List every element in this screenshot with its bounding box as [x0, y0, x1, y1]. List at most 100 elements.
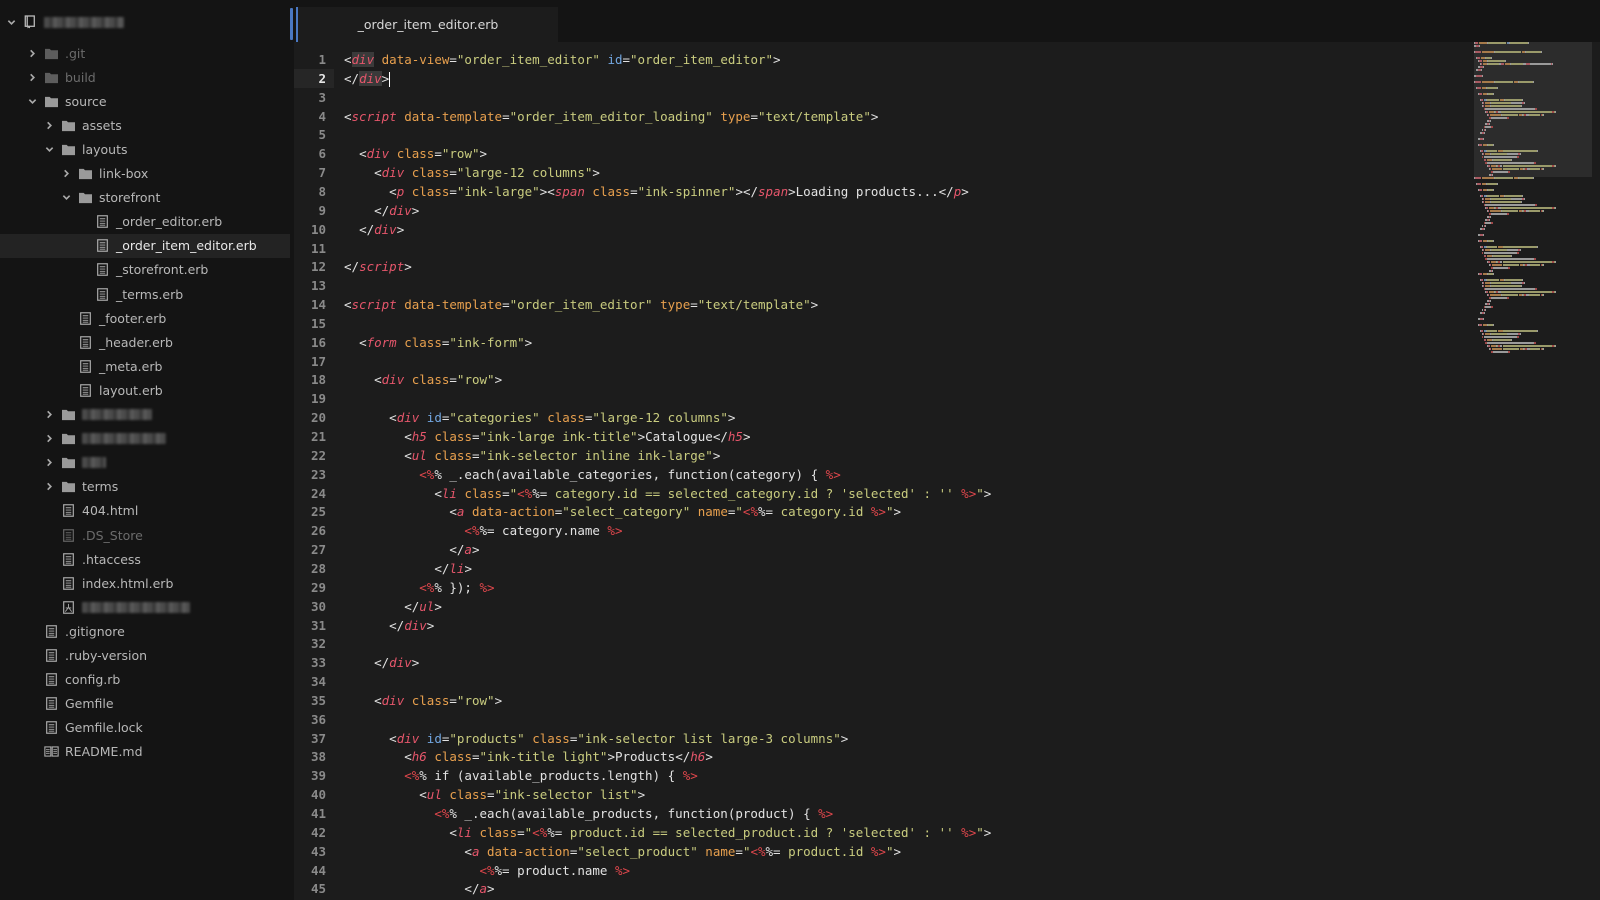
- code-line[interactable]: <form class="ink-form">: [344, 333, 532, 352]
- chevron-down-icon[interactable]: [61, 193, 71, 203]
- tree-file[interactable]: .htaccess: [0, 547, 294, 571]
- code-punctuation: >: [840, 730, 849, 746]
- code-line[interactable]: </div>: [344, 653, 419, 672]
- tree-folder[interactable]: .git: [0, 41, 294, 65]
- tree-file[interactable]: config.rb: [0, 668, 294, 692]
- code-punctuation: =: [630, 183, 638, 199]
- code-line[interactable]: <script data-template="order_item_editor…: [344, 107, 878, 126]
- tab-order-item-editor[interactable]: _order_item_editor.erb: [296, 7, 558, 42]
- tree-file[interactable]: _order_editor.erb: [0, 210, 294, 234]
- chevron-right-icon[interactable]: [27, 48, 37, 58]
- tree-file[interactable]: index.html.erb: [0, 571, 294, 595]
- code-line[interactable]: </a>: [344, 540, 479, 559]
- tree-file[interactable]: .DS_Store: [0, 523, 294, 547]
- code-line[interactable]: <p class="ink-large"><span class="ink-sp…: [344, 182, 969, 201]
- code-line[interactable]: </div>: [344, 220, 404, 239]
- code-line[interactable]: <%%= category.name %>: [344, 521, 622, 540]
- code-line[interactable]: <div id="categories" class="large-12 col…: [344, 408, 735, 427]
- minimap-line: [1491, 105, 1521, 107]
- file-icon: [77, 311, 93, 325]
- tree-file[interactable]: .ruby-version: [0, 644, 294, 668]
- code-line[interactable]: <div class="row">: [344, 144, 487, 163]
- code-line[interactable]: <%%= product.name %>: [344, 861, 630, 880]
- tree-item-label: README.md: [65, 744, 143, 760]
- tree-folder[interactable]: [0, 427, 294, 451]
- chevron-down-icon[interactable]: [6, 17, 16, 27]
- code-erb-delimiter: <%: [479, 862, 495, 878]
- tree-folder[interactable]: [0, 403, 294, 427]
- chevron-down-icon[interactable]: [27, 96, 37, 106]
- chevron-right-icon[interactable]: [44, 458, 54, 468]
- tree-folder[interactable]: [0, 451, 294, 475]
- code-line[interactable]: <script data-template="order_item_editor…: [344, 295, 818, 314]
- code-line[interactable]: </div>: [344, 69, 391, 88]
- chevron-right-icon[interactable]: [61, 169, 71, 179]
- chevron-right-icon[interactable]: [44, 434, 54, 444]
- line-number: 18: [310, 372, 326, 388]
- code-string: "text/template": [757, 108, 871, 124]
- code-line[interactable]: <div data-view="order_item_editor" id="o…: [344, 50, 781, 69]
- tree-file[interactable]: Gemfile.lock: [0, 716, 294, 740]
- minimap-line: [1512, 282, 1521, 284]
- minimap-line: [1474, 42, 1478, 44]
- code-line[interactable]: </div>: [344, 616, 434, 635]
- code-punctuation: <: [404, 447, 412, 463]
- code-string: "large-12 columns": [592, 410, 728, 426]
- chevron-down-icon[interactable]: [44, 144, 54, 154]
- code-line[interactable]: </ul>: [344, 597, 442, 616]
- code-line[interactable]: <%% if (available_products.length) { %>: [344, 766, 698, 785]
- code-line[interactable]: <div class="row">: [344, 370, 502, 389]
- tree-folder[interactable]: layouts: [0, 137, 294, 161]
- code-line[interactable]: </div>: [344, 201, 419, 220]
- tree-folder[interactable]: assets: [0, 113, 294, 137]
- tree-folder[interactable]: terms: [0, 475, 294, 499]
- minimap-line: [1543, 114, 1545, 116]
- code-line[interactable]: <%% _.each(available_products, function(…: [344, 804, 833, 823]
- project-root[interactable]: [0, 10, 294, 34]
- chevron-right-icon[interactable]: [44, 120, 54, 130]
- tree-file[interactable]: _header.erb: [0, 330, 294, 354]
- chevron-right-icon[interactable]: [27, 72, 37, 82]
- tree-file[interactable]: .gitignore: [0, 619, 294, 643]
- tree-file[interactable]: layout.erb: [0, 378, 294, 402]
- code-line[interactable]: <ul class="ink-selector inline ink-large…: [344, 446, 720, 465]
- tree-file[interactable]: Gemfile: [0, 692, 294, 716]
- code-line[interactable]: <h5 class="ink-large ink-title">Catalogu…: [344, 427, 750, 446]
- code-area[interactable]: <div data-view="order_item_editor" id="o…: [344, 42, 1470, 900]
- code-line[interactable]: <div id="products" class="ink-selector l…: [344, 729, 848, 748]
- tree-folder[interactable]: link-box: [0, 162, 294, 186]
- code-string: "ink-spinner": [637, 183, 736, 199]
- tree-folder[interactable]: build: [0, 65, 294, 89]
- line-number: 30: [310, 598, 326, 614]
- tree-file[interactable]: _footer.erb: [0, 306, 294, 330]
- tree-file[interactable]: _meta.erb: [0, 354, 294, 378]
- tree-file[interactable]: README.md: [0, 740, 294, 764]
- code-line[interactable]: <h6 class="ink-title light">Products</h6…: [344, 747, 713, 766]
- chevron-right-icon[interactable]: [44, 410, 54, 420]
- code-line[interactable]: </a>: [344, 879, 494, 898]
- minimap-line: [1494, 81, 1513, 83]
- code-line[interactable]: <li class= " <%%= product.id == selected_p…: [344, 823, 991, 842]
- tree-folder[interactable]: source: [0, 89, 294, 113]
- minimap[interactable]: [1474, 42, 1592, 900]
- tree-file[interactable]: _order_item_editor.erb: [0, 233, 294, 258]
- tree-file[interactable]: _terms.erb: [0, 282, 294, 306]
- code-line[interactable]: <a data-action="select_category" name="<…: [344, 502, 901, 521]
- code-line[interactable]: </script>: [344, 257, 412, 276]
- code-line[interactable]: <ul class="ink-selector list">: [344, 785, 645, 804]
- code-line[interactable]: <%% }); %>: [344, 578, 494, 597]
- code-line[interactable]: <%% _.each(available_categories, functio…: [344, 465, 840, 484]
- tree-file[interactable]: _storefront.erb: [0, 258, 294, 282]
- file-icon: [60, 576, 76, 590]
- code-line[interactable]: <div class="row">: [344, 691, 502, 710]
- chevron-right-icon[interactable]: [44, 482, 54, 492]
- tree-folder[interactable]: storefront: [0, 186, 294, 210]
- code-line[interactable]: </li>: [344, 559, 472, 578]
- code-line[interactable]: <div class="large-12 columns">: [344, 163, 600, 182]
- tree-file[interactable]: [0, 595, 294, 619]
- code-line[interactable]: <li class="<%%= category.id == selected_…: [344, 484, 991, 503]
- code-line[interactable]: <a data-action="select_product" name="<%…: [344, 842, 901, 861]
- tree-file[interactable]: 404.html: [0, 499, 294, 523]
